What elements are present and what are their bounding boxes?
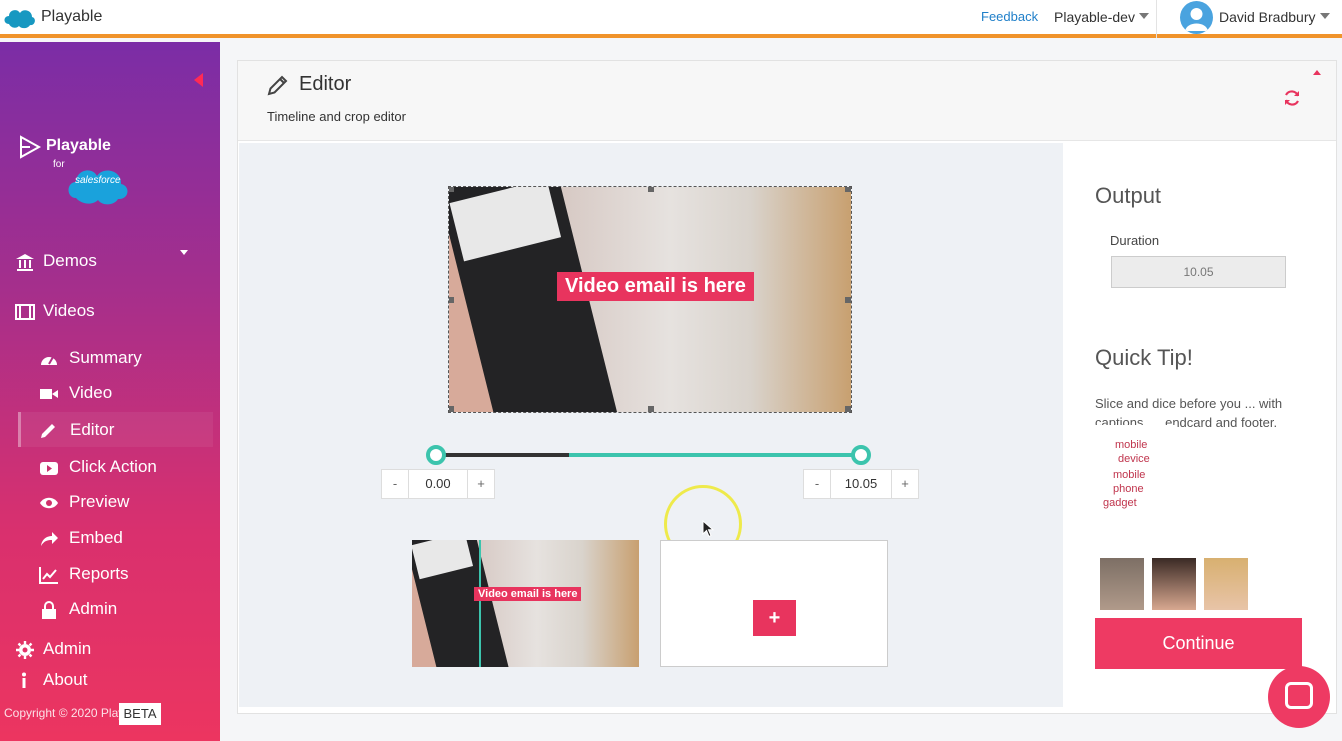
editor-panel: Editor Timeline and crop editor Video em… [237,60,1337,714]
salesforce-logo-text: salesforce [75,175,121,186]
sidebar-logo-text: Playable [46,137,111,154]
duration-label: Duration [1110,233,1160,248]
playhead-marker[interactable] [479,540,481,667]
gear-icon [16,641,34,659]
start-time-input[interactable]: 0.00 [408,470,468,498]
page-title: Editor [299,73,352,95]
trim-start-handle[interactable] [426,445,446,465]
sidebar-item-label: Summary [69,348,142,367]
collapse-sidebar-icon[interactable] [194,73,203,87]
salesforce-cloud-icon[interactable] [2,4,36,30]
crop-handle[interactable] [845,406,851,412]
sidebar-logo-for: for [53,159,65,170]
sidebar-item-label: Admin [43,639,92,658]
increment-button[interactable]: + [892,470,918,498]
quick-tip-title: Quick Tip! [1095,345,1193,370]
page-subtitle: Timeline and crop editor [267,109,406,124]
chat-launcher[interactable] [1268,666,1330,728]
start-time-stepper[interactable]: - 0.00 + [381,469,495,499]
crop-handle[interactable] [449,297,454,303]
panel-header: Editor Timeline and crop editor [238,61,1336,141]
scroll-up-icon[interactable] [1313,70,1321,75]
sidebar-item-label: Preview [69,492,130,511]
timeline-selection [569,453,865,457]
mouse-pointer-icon [702,520,714,538]
chat-bubble-icon [1285,682,1313,709]
word-cloud-word: phone [1113,483,1144,495]
bank-icon [16,254,34,271]
topbar-divider [1156,0,1157,38]
user-menu[interactable]: David Bradbury [1219,9,1316,25]
decrement-button[interactable]: - [804,470,830,498]
video-camera-icon [40,389,58,399]
word-cloud-word: mobile [1115,439,1148,451]
sidebar-item-label: Click Action [69,457,157,476]
decrement-button[interactable]: - [382,470,408,498]
sidebar-item-label: Admin [69,599,118,618]
crop-handle[interactable] [845,187,851,192]
beta-badge: BETA [119,703,161,725]
info-icon [22,672,26,688]
word-cloud-word: gadget [1103,497,1137,509]
word-cloud-image: mobile device mobile phone gadget [1095,425,1175,540]
increment-button[interactable]: + [468,470,494,498]
editor-canvas: Video email is here - 0.00 + - 10.05 + V… [239,143,1063,707]
pencil-icon [267,75,288,96]
trim-end-handle[interactable] [851,445,871,465]
avatar[interactable] [1180,1,1213,34]
add-clip-button[interactable]: + [753,600,796,636]
crop-handle[interactable] [449,187,454,192]
film-icon [15,304,35,320]
crop-handle[interactable] [845,297,851,303]
lock-icon [42,601,56,619]
face-thumbnail [1152,558,1196,610]
end-time-input[interactable]: 10.05 [830,470,892,498]
add-clip-box[interactable]: + [660,540,888,667]
feedback-link[interactable]: Feedback [981,9,1038,24]
word-cloud-word: device [1118,453,1150,465]
crop-frame[interactable]: Video email is here [448,186,852,413]
word-cloud-word: mobile [1113,469,1146,481]
face-thumbnail [1100,558,1144,610]
pencil-icon [41,424,55,438]
top-bar: Playable Feedback Playable-dev David Bra… [0,0,1342,38]
sidebar-item-label: Video [69,383,113,402]
output-title: Output [1095,183,1162,208]
sidebar-item-label: Editor [70,420,115,439]
chevron-down-icon[interactable] [1320,13,1330,19]
crop-handle[interactable] [449,406,454,412]
environment-dropdown[interactable]: Playable-dev [1054,9,1135,25]
end-time-stepper[interactable]: - 10.05 + [803,469,919,499]
sidebar-item-label: Reports [69,564,129,583]
video-thumbnail[interactable]: Video email is here [412,540,639,667]
crop-handle[interactable] [648,406,654,412]
video-overlay-caption: Video email is here [474,587,582,601]
refresh-icon[interactable] [1283,89,1301,107]
share-icon [41,532,58,546]
sidebar-item-label: Demos [43,251,97,270]
playable-logo-icon [20,135,42,159]
video-overlay-caption: Video email is here [557,272,754,301]
sidebar: Playable for salesforce Demos Videos Sum… [0,42,220,741]
continue-button[interactable]: Continue [1095,618,1302,669]
chevron-down-icon[interactable] [180,250,188,255]
sidebar-item-label: Videos [43,301,95,320]
sidebar-item-label: Embed [69,528,123,547]
chart-icon [39,567,58,584]
play-button-icon [40,462,58,475]
duration-field: 10.05 [1111,256,1286,288]
app-name[interactable]: Playable [41,8,102,26]
user-icon [1185,8,1208,31]
crop-handle[interactable] [648,187,654,192]
face-thumbnail [1204,558,1248,610]
eye-icon [40,497,58,509]
sidebar-item-label: About [43,670,88,689]
chevron-down-icon[interactable] [1139,13,1149,19]
dashboard-icon [41,356,57,365]
